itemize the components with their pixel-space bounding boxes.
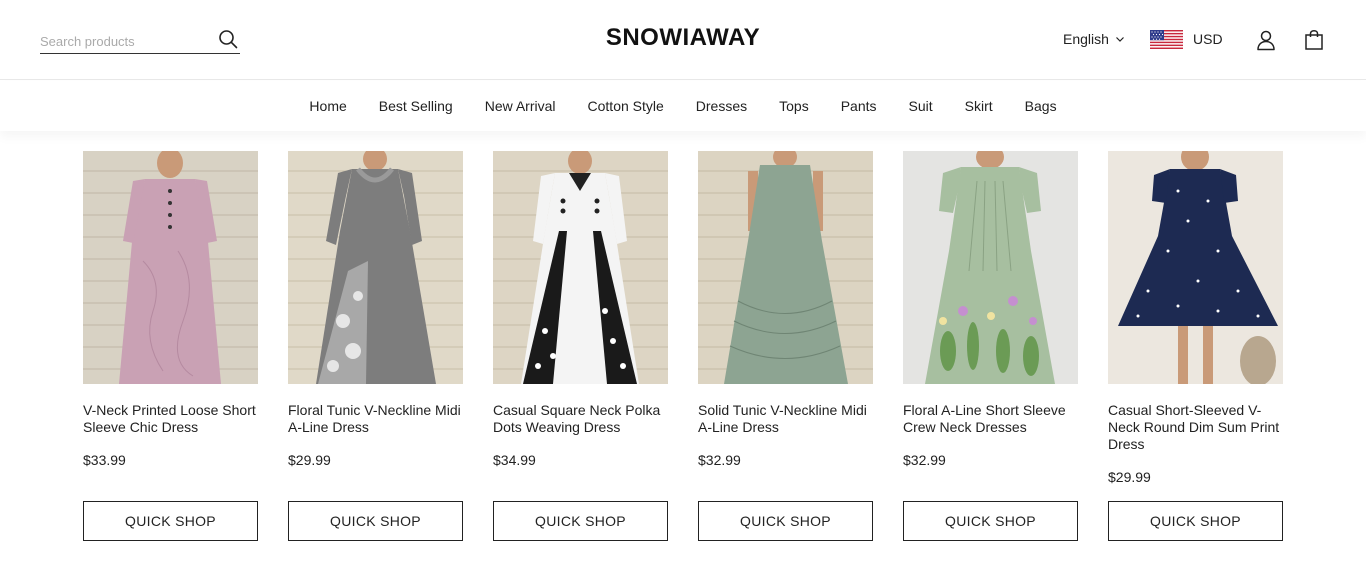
product-card: Casual Square Neck Polka Dots Weaving Dr… [493,151,668,541]
main-navigation: Home Best Selling New Arrival Cotton Sty… [0,81,1366,131]
quick-shop-button[interactable]: QUICK SHOP [698,501,873,541]
product-price: $34.99 [493,452,536,468]
product-image[interactable] [698,151,873,384]
product-price: $33.99 [83,452,126,468]
user-icon[interactable] [1255,29,1277,51]
product-card: Floral A-Line Short Sleeve Crew Neck Dre… [903,151,1078,541]
quick-shop-button[interactable]: QUICK SHOP [288,501,463,541]
site-header: SNOWIAWAY English USD [0,0,1366,80]
product-name[interactable]: V-Neck Printed Loose Short Sleeve Chic D… [83,402,261,436]
quick-shop-button[interactable]: QUICK SHOP [83,501,258,541]
nav-item-best-selling[interactable]: Best Selling [363,98,469,114]
nav-item-tops[interactable]: Tops [763,98,825,114]
nav-item-home[interactable]: Home [293,98,362,114]
nav-item-pants[interactable]: Pants [825,98,893,114]
product-image[interactable] [1108,151,1283,384]
product-image[interactable] [83,151,258,384]
quick-shop-button[interactable]: QUICK SHOP [493,501,668,541]
shopping-bag-icon[interactable] [1303,29,1325,51]
product-image[interactable] [493,151,668,384]
us-flag-icon[interactable] [1150,30,1183,49]
currency-selector[interactable]: USD [1193,31,1223,47]
product-price: $29.99 [288,452,331,468]
product-name[interactable]: Casual Square Neck Polka Dots Weaving Dr… [493,402,671,436]
product-card: Solid Tunic V-Neckline Midi A-Line Dress… [698,151,873,541]
product-grid: V-Neck Printed Loose Short Sleeve Chic D… [83,151,1283,551]
quick-shop-button[interactable]: QUICK SHOP [903,501,1078,541]
nav-item-new-arrival[interactable]: New Arrival [469,98,572,114]
language-selector[interactable]: English [1063,31,1125,47]
language-label: English [1063,31,1109,47]
product-image[interactable] [903,151,1078,384]
nav-item-bags[interactable]: Bags [1009,98,1073,114]
product-price: $29.99 [1108,469,1151,485]
product-name[interactable]: Floral Tunic V-Neckline Midi A-Line Dres… [288,402,466,436]
product-name[interactable]: Floral A-Line Short Sleeve Crew Neck Dre… [903,402,1081,436]
chevron-down-icon [1115,37,1124,42]
nav-item-suit[interactable]: Suit [893,98,949,114]
product-price: $32.99 [698,452,741,468]
product-card: Floral Tunic V-Neckline Midi A-Line Dres… [288,151,463,541]
product-card: V-Neck Printed Loose Short Sleeve Chic D… [83,151,258,541]
nav-item-cotton-style[interactable]: Cotton Style [572,98,680,114]
nav-item-skirt[interactable]: Skirt [949,98,1009,114]
product-card: Casual Short-Sleeved V-Neck Round Dim Su… [1108,151,1283,541]
quick-shop-button[interactable]: QUICK SHOP [1108,501,1283,541]
product-image[interactable] [288,151,463,384]
product-name[interactable]: Solid Tunic V-Neckline Midi A-Line Dress [698,402,876,436]
nav-item-dresses[interactable]: Dresses [680,98,763,114]
product-price: $32.99 [903,452,946,468]
product-name[interactable]: Casual Short-Sleeved V-Neck Round Dim Su… [1108,402,1286,453]
